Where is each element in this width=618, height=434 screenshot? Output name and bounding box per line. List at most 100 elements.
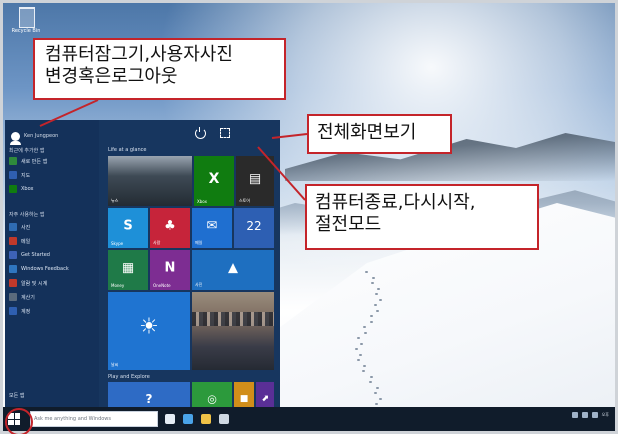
onenote-icon: N: [164, 260, 176, 276]
footprint: [370, 320, 374, 323]
footprint: [355, 348, 358, 350]
notification-icon[interactable]: [591, 412, 598, 418]
footprint: [378, 397, 382, 400]
user-name: Ken Jungpeon: [24, 133, 59, 139]
footprint: [359, 342, 363, 345]
footprint: [373, 392, 377, 394]
start-item-all-apps[interactable]: 모든 앱: [9, 390, 24, 400]
search-input[interactable]: Ask me anything and Windows: [30, 411, 158, 427]
footprint: [376, 309, 380, 312]
store-icon: ▤: [248, 171, 262, 186]
clock[interactable]: 오후: [602, 412, 609, 418]
footprint: [378, 298, 382, 301]
tile-xbox[interactable]: X Xbox: [194, 156, 234, 206]
footprint-trail: [335, 271, 401, 419]
crowd-photo: [192, 292, 274, 370]
start-item-xbox[interactable]: Xbox: [9, 184, 33, 194]
footprint: [356, 359, 360, 361]
start-item-get-started[interactable]: Get Started: [9, 250, 50, 260]
tile-app-orange[interactable]: ■: [234, 382, 254, 410]
account-icon: [9, 307, 17, 315]
start-menu: Ken Jungpeon 최근에 추가한 앱 자주 사용하는 앱 새로 만든 앱…: [5, 120, 280, 410]
callout-lock-user: 컴퓨터잠그기,사용자사진 변경혹은로그아웃: [33, 38, 286, 100]
task-view-icon[interactable]: [165, 414, 175, 424]
footprint: [368, 381, 372, 383]
file-explorer-icon[interactable]: [201, 414, 211, 424]
footprint: [374, 293, 378, 295]
app-icon: ⬈: [261, 393, 269, 404]
tile-help[interactable]: ?: [108, 382, 190, 410]
footprint: [369, 315, 373, 317]
skype-icon: S: [123, 218, 133, 234]
footprint: [369, 375, 373, 378]
start-item-accounts[interactable]: 계정: [9, 306, 30, 316]
windows-start-icon[interactable]: [8, 413, 20, 425]
power-icon[interactable]: [195, 127, 206, 139]
lightbulb-icon: [9, 251, 17, 259]
tile-games[interactable]: ◎: [192, 382, 232, 410]
footprint: [374, 403, 378, 405]
mail-icon: ✉: [206, 218, 218, 234]
system-tray: 오후: [571, 412, 609, 418]
footprint: [365, 271, 368, 273]
edge-browser-icon[interactable]: [183, 414, 193, 424]
recycle-bin-icon[interactable]: Recycle Bin: [11, 7, 41, 41]
news-image: [108, 156, 192, 206]
chart-icon: ▦: [121, 260, 135, 276]
callout-power: 컴퓨터종료,다시시작, 절전모드: [305, 184, 539, 250]
tile-news[interactable]: 뉴스: [108, 156, 192, 206]
fullscreen-expand-icon[interactable]: [220, 128, 230, 138]
tile-weather[interactable]: ☀ 날씨: [108, 292, 190, 370]
start-item-new-app[interactable]: 새로 만든 앱: [9, 156, 47, 166]
tile-mail[interactable]: ✉ 메일: [192, 208, 232, 248]
start-item-photos[interactable]: 사진: [9, 222, 30, 232]
tile-store[interactable]: ▤ 스토어: [236, 156, 274, 206]
app-icon: ■: [239, 393, 249, 404]
tile-photos[interactable]: ▲ 사진: [192, 250, 274, 290]
footprint: [363, 331, 367, 334]
start-item-maps[interactable]: 지도: [9, 170, 30, 180]
footprint: [371, 282, 375, 284]
footprint: [363, 326, 367, 328]
footprint: [363, 364, 367, 367]
feedback-icon: [9, 265, 17, 273]
footprint: [374, 304, 378, 306]
network-icon[interactable]: [571, 412, 578, 418]
callout-fullscreen: 전체화면보기: [307, 114, 452, 154]
store-icon[interactable]: [219, 414, 229, 424]
tile-skype[interactable]: S Skype: [108, 208, 148, 248]
clock-icon: [9, 279, 17, 287]
user-account-button[interactable]: Ken Jungpeon: [10, 128, 59, 145]
calendar-date: 22: [246, 219, 262, 233]
tile-money[interactable]: ▦ Money: [108, 250, 148, 290]
section-recently-added: 최근에 추가한 앱: [9, 148, 45, 154]
map-icon: [9, 171, 17, 179]
tile-onenote[interactable]: N OneNote: [150, 250, 190, 290]
question-icon: ?: [145, 391, 153, 406]
tile-photo-live[interactable]: [192, 292, 274, 370]
group-title-play: Play and Explore: [108, 374, 150, 380]
trash-icon: [19, 7, 35, 28]
tile-people[interactable]: ♣ 사람: [150, 208, 190, 248]
sun-icon: ☀: [139, 314, 159, 340]
start-item-mail[interactable]: 메일: [9, 236, 30, 246]
footprint: [377, 287, 381, 290]
tile-app-purple[interactable]: ⬈: [256, 382, 274, 410]
tile-calendar[interactable]: 22: [234, 208, 274, 248]
start-item-alarms[interactable]: 알람 및 시계: [9, 278, 47, 288]
xbox-icon: [9, 185, 17, 193]
footprint: [359, 353, 363, 356]
mail-icon: [9, 237, 17, 245]
people-icon: ♣: [164, 218, 176, 234]
calculator-icon: [9, 293, 17, 301]
games-icon: ◎: [207, 392, 217, 406]
start-item-calculator[interactable]: 계산기: [9, 292, 35, 302]
start-menu-left-pane: Ken Jungpeon 최근에 추가한 앱 자주 사용하는 앱 새로 만든 앱…: [5, 120, 99, 410]
group-title-life: Life at a glance: [108, 147, 147, 153]
taskbar: Ask me anything and Windows 오후: [3, 407, 615, 431]
photo-icon: [9, 223, 17, 231]
volume-icon[interactable]: [581, 412, 588, 418]
footprint: [372, 276, 376, 279]
start-item-feedback[interactable]: Windows Feedback: [9, 264, 69, 274]
photo-icon: ▲: [228, 260, 238, 276]
